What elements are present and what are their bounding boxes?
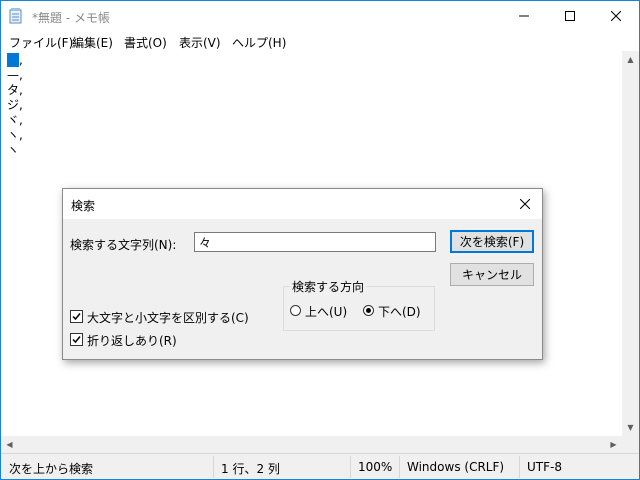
editor-line: ヽ [7,143,20,157]
menu-view[interactable]: 表示(V) [179,34,221,51]
selected-text [7,53,20,67]
checkmark-icon [72,313,81,321]
close-button[interactable] [593,1,639,31]
status-divider [399,456,400,478]
status-zoom: 100% [358,460,393,474]
editor-line: , [7,53,23,68]
find-dialog-title: 検索 [71,199,96,213]
wrap-around-checkbox[interactable] [70,333,83,346]
find-what-input[interactable] [194,232,436,252]
menu-edit[interactable]: 編集(E) [72,34,113,51]
checkmark-icon [72,336,81,344]
scroll-left-icon[interactable]: ◀ [1,436,18,453]
direction-up-radio[interactable] [290,305,301,316]
find-dialog-close-button[interactable] [508,189,542,219]
direction-legend: 検索する方向 [290,278,367,295]
editor-line: ヾ, [7,113,23,127]
scroll-right-icon[interactable]: ▶ [605,436,622,453]
find-what-label: 検索する文字列(N): [70,238,177,252]
status-divider [350,456,351,478]
direction-down-label[interactable]: 下へ(D) [378,303,421,320]
editor-line: タ, [7,83,23,97]
line-suffix: , [19,53,23,67]
cancel-button[interactable]: キャンセル [450,263,534,286]
find-dialog: 検索 検索する文字列(N): 次を検索(F) キャンセル 検索する方向 上へ(U… [62,188,543,360]
maximize-button[interactable] [547,1,593,31]
scroll-down-icon[interactable]: ▼ [622,419,639,436]
match-case-checkbox[interactable] [70,310,83,323]
menu-help[interactable]: ヘルプ(H) [232,34,286,51]
close-icon [611,11,621,21]
menu-bar: ファイル(F) 編集(E) 書式(O) 表示(V) ヘルプ(H) [1,31,639,51]
editor-line: ヽ, [7,128,23,142]
status-line-ending: Windows (CRLF) [407,460,505,474]
vertical-scrollbar[interactable]: ▲ ▼ [622,51,639,436]
radio-selected-dot [366,308,371,313]
status-divider [213,456,214,478]
notepad-icon [9,8,22,24]
status-position: 1 行、2 列 [221,462,280,476]
close-icon [520,199,530,209]
title-bar[interactable]: *無題 - メモ帳 [1,1,639,31]
menu-file[interactable]: ファイル(F) [9,34,73,51]
find-dialog-title-bar[interactable]: 検索 [63,189,542,219]
wrap-around-label[interactable]: 折り返しあり(R) [87,332,177,349]
status-encoding: UTF-8 [527,460,562,474]
editor-line: —, [7,68,23,82]
scrollbar-corner [622,436,639,453]
scroll-up-icon[interactable]: ▲ [622,51,639,68]
maximize-icon [565,11,575,21]
status-bar: 次を上から検索 1 行、2 列 100% Windows (CRLF) UTF-… [1,453,639,479]
find-next-button[interactable]: 次を検索(F) [450,230,534,253]
status-divider [519,456,520,478]
minimize-button[interactable] [501,1,547,31]
direction-up-label[interactable]: 上へ(U) [305,303,347,320]
menu-format[interactable]: 書式(O) [124,34,167,51]
window-title: *無題 - メモ帳 [32,11,110,25]
horizontal-scrollbar[interactable]: ◀ ▶ [1,436,622,453]
editor-line: ジ, [7,98,23,112]
minimize-icon [519,15,529,17]
match-case-label[interactable]: 大文字と小文字を区別する(C) [87,309,249,326]
status-message: 次を上から検索 [9,462,94,476]
direction-down-radio[interactable] [363,305,374,316]
